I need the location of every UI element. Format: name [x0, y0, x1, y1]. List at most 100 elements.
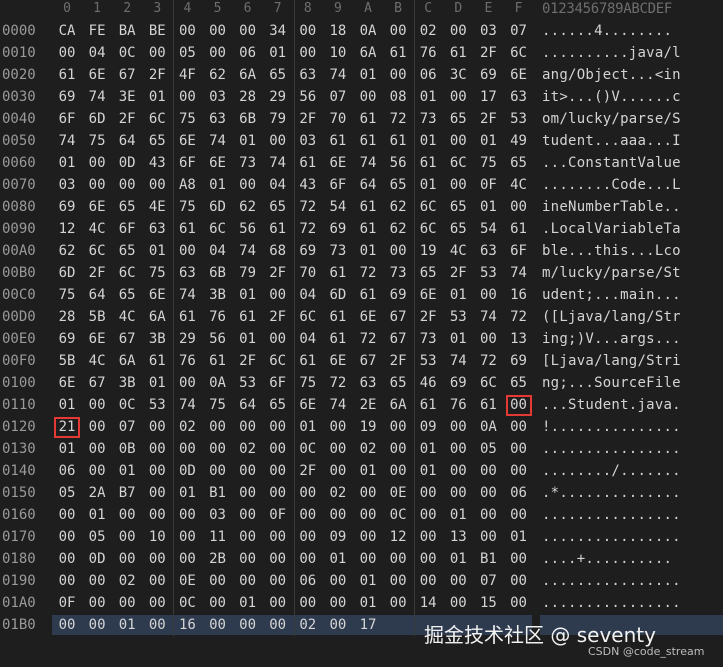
hex-byte[interactable]: 08 [387, 89, 409, 105]
hex-byte[interactable]: 02 [237, 441, 259, 457]
hex-byte[interactable]: 3B [116, 375, 138, 391]
hex-byte[interactable]: 05 [176, 45, 198, 61]
ascii-text[interactable]: om/lucky/parse/S [542, 111, 681, 127]
hex-byte[interactable]: 62 [387, 221, 409, 237]
hex-byte[interactable]: 00 [297, 45, 319, 61]
hex-byte[interactable]: 63 [297, 67, 319, 83]
hex-byte[interactable]: 4C [86, 353, 108, 369]
hex-byte[interactable]: B1 [477, 551, 499, 567]
hex-byte[interactable]: 01 [86, 507, 108, 523]
hex-byte[interactable]: 65 [146, 133, 168, 149]
hex-byte[interactable]: 00 [447, 23, 469, 39]
hex-byte[interactable]: 2F [237, 353, 259, 369]
hex-byte[interactable]: 61 [327, 331, 349, 347]
hex-byte[interactable]: 00 [447, 485, 469, 501]
hex-byte[interactable]: 02 [297, 617, 319, 633]
ascii-text[interactable]: ...Student.java. [542, 397, 681, 413]
hex-byte[interactable]: 06 [417, 67, 439, 83]
hex-byte[interactable]: 00 [297, 595, 319, 611]
hex-byte[interactable]: 00 [508, 199, 530, 215]
hex-byte[interactable]: 79 [237, 265, 259, 281]
hex-byte[interactable]: 62 [387, 199, 409, 215]
hex-byte[interactable]: 6A [237, 67, 259, 83]
hex-byte[interactable]: 00 [297, 507, 319, 523]
hex-byte[interactable]: 00 [387, 441, 409, 457]
hex-byte[interactable]: 0E [387, 485, 409, 501]
hex-byte[interactable]: 00 [447, 441, 469, 457]
hex-byte[interactable]: 00 [86, 155, 108, 171]
hex-byte[interactable]: 75 [176, 199, 198, 215]
hex-byte[interactable]: 72 [357, 265, 379, 281]
hex-byte[interactable]: 74 [176, 397, 198, 413]
hex-byte[interactable]: 0F [477, 177, 499, 193]
hex-byte[interactable]: 06 [508, 485, 530, 501]
hex-byte[interactable]: 0A [207, 375, 229, 391]
hex-byte[interactable]: 73 [417, 331, 439, 347]
hex-byte[interactable]: 61 [176, 309, 198, 325]
hex-byte[interactable]: 00 [176, 441, 198, 457]
hex-byte[interactable]: 2F [297, 111, 319, 127]
hex-byte[interactable]: 5B [56, 353, 78, 369]
hex-byte[interactable]: 00 [86, 595, 108, 611]
hex-byte[interactable]: 00 [447, 89, 469, 105]
hex-byte[interactable]: 16 [176, 617, 198, 633]
hex-byte[interactable]: 00 [327, 573, 349, 589]
hex-byte[interactable]: 61 [237, 309, 259, 325]
hex-byte[interactable]: 01 [176, 485, 198, 501]
hex-byte[interactable]: 6F [176, 155, 198, 171]
hex-byte[interactable]: 00 [116, 595, 138, 611]
hex-byte[interactable]: 00 [56, 573, 78, 589]
hex-byte[interactable]: 0A [477, 419, 499, 435]
hex-byte[interactable]: 64 [116, 133, 138, 149]
ascii-text[interactable]: tudent...aaa...I [542, 133, 681, 149]
hex-byte[interactable]: 69 [56, 331, 78, 347]
hex-byte[interactable]: 6C [477, 375, 499, 391]
hex-byte[interactable]: 00 [267, 485, 289, 501]
hex-byte[interactable]: 06 [297, 573, 319, 589]
hex-byte[interactable]: 01 [207, 177, 229, 193]
hex-byte[interactable]: 00 [508, 551, 530, 567]
hex-byte[interactable]: 00 [237, 177, 259, 193]
hex-byte[interactable]: 00 [176, 243, 198, 259]
hex-byte[interactable]: 06 [237, 45, 259, 61]
hex-byte[interactable]: 07 [116, 419, 138, 435]
hex-byte[interactable]: 2F [387, 353, 409, 369]
hex-byte[interactable]: 00 [267, 441, 289, 457]
ascii-text[interactable]: ([Ljava/lang/Str [542, 309, 681, 325]
hex-byte[interactable]: 01 [116, 617, 138, 633]
hex-byte[interactable]: 3B [207, 287, 229, 303]
hex-byte[interactable]: 00 [116, 177, 138, 193]
hex-byte[interactable]: 72 [357, 331, 379, 347]
hex-byte[interactable]: 74 [477, 309, 499, 325]
hex-byte[interactable]: 01 [417, 133, 439, 149]
hex-byte[interactable]: 73 [327, 243, 349, 259]
hex-byte[interactable]: 00 [116, 507, 138, 523]
hex-byte[interactable]: 18 [327, 23, 349, 39]
hex-byte[interactable]: 68 [267, 243, 289, 259]
hex-byte[interactable]: 00 [447, 595, 469, 611]
hex-byte[interactable]: 00 [387, 23, 409, 39]
hex-byte[interactable]: 05 [477, 441, 499, 457]
hex-byte[interactable]: 03 [207, 89, 229, 105]
hex-byte[interactable]: 63 [357, 375, 379, 391]
hex-byte[interactable]: 53 [146, 397, 168, 413]
hex-byte[interactable]: 00 [327, 617, 349, 633]
hex-byte[interactable]: 01 [327, 551, 349, 567]
ascii-text[interactable]: ....+.......... [542, 551, 672, 567]
hex-byte[interactable]: B1 [207, 485, 229, 501]
hex-byte[interactable]: BE [146, 23, 168, 39]
hex-byte[interactable]: 4C [508, 177, 530, 193]
hex-byte[interactable]: 69 [56, 89, 78, 105]
hex-byte[interactable]: 01 [477, 133, 499, 149]
hex-byte[interactable]: 01 [116, 463, 138, 479]
hex-byte[interactable]: 76 [417, 45, 439, 61]
hex-byte[interactable]: 61 [417, 397, 439, 413]
hex-byte[interactable]: 75 [207, 397, 229, 413]
hex-byte[interactable]: 00 [267, 595, 289, 611]
hex-byte[interactable]: 00 [357, 89, 379, 105]
hex-byte[interactable]: 00 [146, 177, 168, 193]
hex-byte[interactable]: CA [56, 23, 78, 39]
hex-byte[interactable]: 00 [176, 529, 198, 545]
hex-byte[interactable]: BA [116, 23, 138, 39]
hex-byte[interactable]: 10 [146, 529, 168, 545]
